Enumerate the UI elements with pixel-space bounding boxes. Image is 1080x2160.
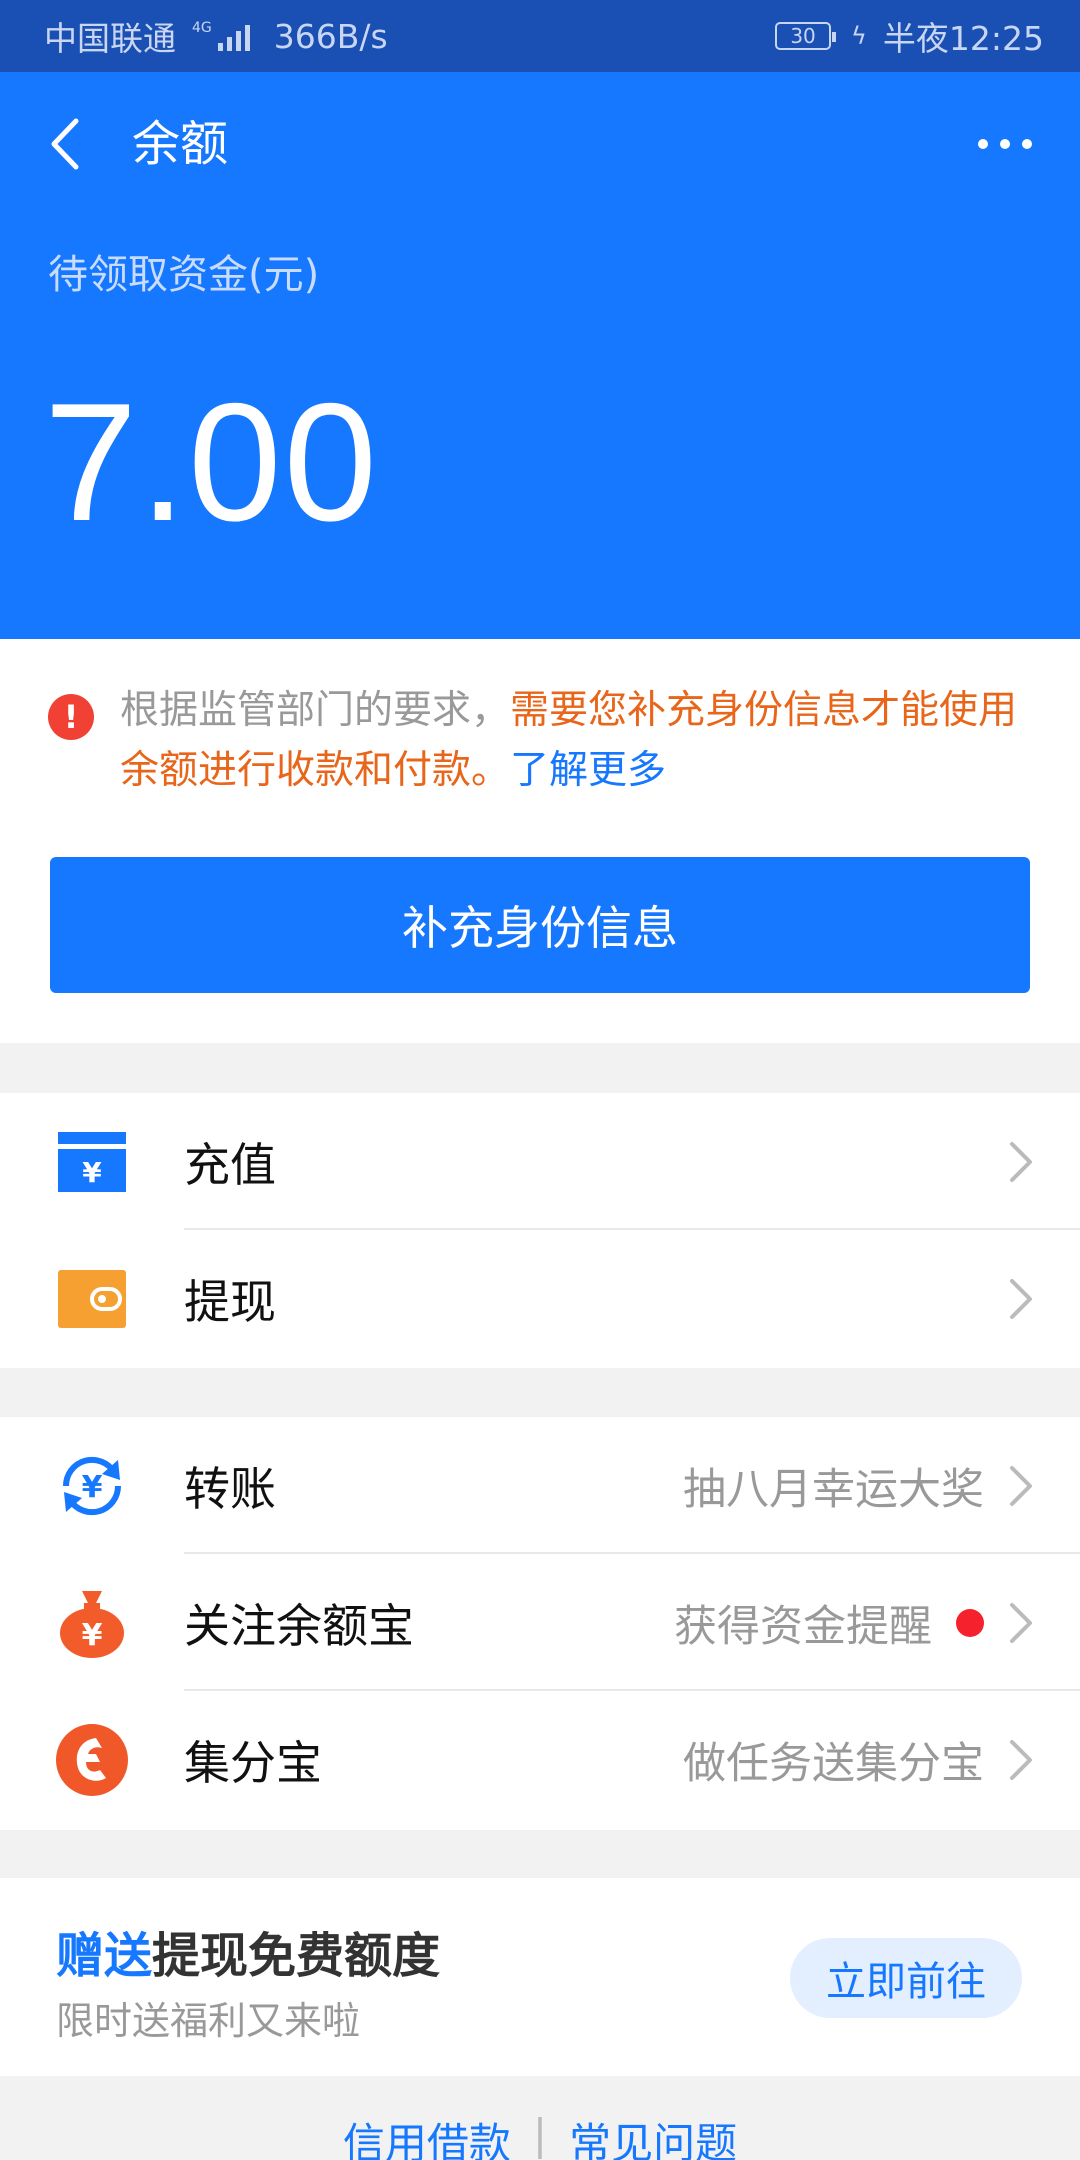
jifenbao-icon bbox=[56, 1723, 128, 1796]
list-item-transfer[interactable]: ¥ 转账 抽八月幸运大奖 bbox=[0, 1417, 1080, 1554]
page-title: 余额 bbox=[132, 116, 229, 172]
yuebao-label: 关注余额宝 bbox=[184, 1598, 414, 1653]
list-item-jifenbao[interactable]: 集分宝 做任务送集分宝 bbox=[0, 1691, 1080, 1828]
warning-icon: ! bbox=[48, 694, 94, 740]
signal-icon: 4G bbox=[192, 21, 250, 51]
services-group: ¥ 转账 抽八月幸运大奖 ¥ 关注余额宝 获得资金提醒 集分宝 做任务送集分宝 bbox=[0, 1417, 1080, 1830]
battery-level: 30 bbox=[790, 24, 816, 48]
list-item-yuebao[interactable]: ¥ 关注余额宝 获得资金提醒 bbox=[0, 1554, 1080, 1691]
status-bar: 中国联通 4G 366B/s 30 ϟ 半夜12:25 bbox=[0, 0, 1080, 72]
battery-icon: 30 bbox=[775, 22, 837, 50]
back-button[interactable] bbox=[40, 114, 90, 174]
charging-icon: ϟ bbox=[851, 22, 867, 50]
jifenbao-label: 集分宝 bbox=[184, 1735, 322, 1790]
more-button[interactable] bbox=[970, 114, 1040, 174]
chevron-right-icon bbox=[1010, 1739, 1032, 1780]
svg-text:¥: ¥ bbox=[82, 1470, 103, 1505]
withdraw-label: 提现 bbox=[184, 1274, 276, 1329]
faq-link[interactable]: 常见问题 bbox=[569, 2110, 737, 2160]
notification-dot bbox=[956, 1608, 984, 1637]
footer-links: 信用借款 | 常见问题 bbox=[0, 2110, 1080, 2160]
promo-subtitle: 限时送福利又来啦 bbox=[56, 1999, 361, 2043]
footer-separator: | bbox=[532, 2110, 548, 2159]
notice-text: 根据监管部门的要求，需要您补充身份信息才能使用余额进行收款和付款。了解更多 bbox=[120, 681, 1020, 801]
network-speed: 366B/s bbox=[273, 16, 388, 56]
yuebao-promo-text: 获得资金提醒 bbox=[674, 1592, 984, 1654]
svg-text:¥: ¥ bbox=[82, 1156, 102, 1189]
chevron-left-icon bbox=[51, 118, 79, 170]
list-item-withdraw[interactable]: 提现 bbox=[0, 1230, 1080, 1367]
credit-loan-link[interactable]: 信用借款 bbox=[343, 2110, 511, 2160]
svg-text:¥: ¥ bbox=[82, 1618, 103, 1653]
learn-more-link[interactable]: 了解更多 bbox=[510, 748, 666, 793]
promo-card: 赠送提现免费额度 限时送福利又来啦 立即前往 bbox=[0, 1878, 1080, 2076]
balance-label: 待领取资金(元) bbox=[48, 252, 320, 298]
more-dots-icon bbox=[978, 139, 988, 149]
list-item-recharge[interactable]: ¥ 充值 bbox=[0, 1093, 1080, 1230]
notice-card: ! 根据监管部门的要求，需要您补充身份信息才能使用余额进行收款和付款。了解更多 … bbox=[0, 639, 1080, 1043]
balance-amount: 7.00 bbox=[44, 368, 379, 556]
funds-actions-group: ¥ 充值 提现 bbox=[0, 1093, 1080, 1368]
money-bag-icon: ¥ bbox=[56, 1587, 128, 1659]
balance-header: 余额 待领取资金(元) 7.00 bbox=[0, 72, 1080, 639]
carrier-name: 中国联通 bbox=[44, 19, 176, 58]
supplement-identity-button[interactable]: 补充身份信息 bbox=[50, 857, 1030, 993]
transfer-label: 转账 bbox=[184, 1461, 276, 1516]
promo-title: 赠送提现免费额度 bbox=[56, 1928, 441, 1984]
recharge-icon: ¥ bbox=[56, 1126, 128, 1198]
chevron-right-icon bbox=[1010, 1465, 1032, 1506]
notice-normal-text: 根据监管部门的要求， bbox=[120, 688, 511, 733]
withdraw-wallet-icon bbox=[56, 1263, 128, 1335]
jifenbao-promo-text: 做任务送集分宝 bbox=[683, 1738, 984, 1789]
clock: 半夜12:25 bbox=[882, 19, 1044, 58]
chevron-right-icon bbox=[1010, 1602, 1032, 1643]
chevron-right-icon bbox=[1010, 1278, 1032, 1319]
recharge-label: 充值 bbox=[184, 1137, 276, 1192]
go-now-button[interactable]: 立即前往 bbox=[790, 1938, 1022, 2018]
transfer-promo-text: 抽八月幸运大奖 bbox=[683, 1464, 984, 1515]
transfer-icon: ¥ bbox=[56, 1450, 128, 1522]
chevron-right-icon bbox=[1010, 1141, 1032, 1182]
